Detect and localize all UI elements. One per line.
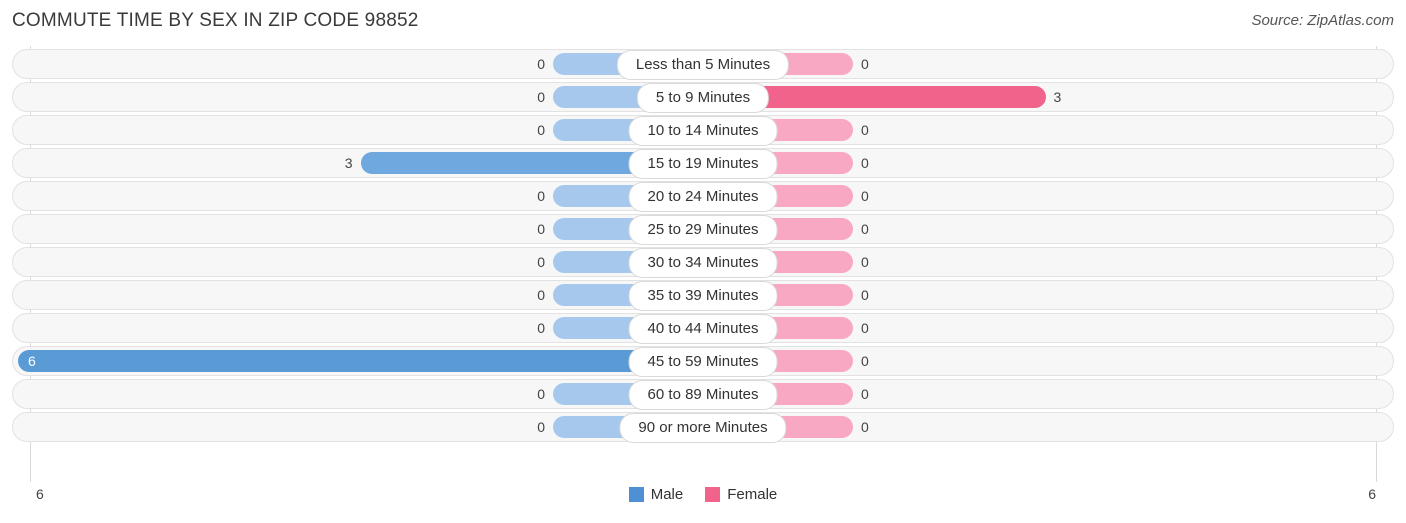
bar-row: 0 0 35 to 39 Minutes [0, 280, 1406, 311]
bar-value-male: 0 [537, 89, 545, 105]
bar-row: 6 0 45 to 59 Minutes [0, 346, 1406, 377]
category-label-pill: Less than 5 Minutes [616, 50, 790, 80]
bar-value-female: 0 [861, 254, 869, 270]
bar-value-male: 0 [537, 122, 545, 138]
legend-item-female[interactable]: Female [705, 486, 777, 503]
category-label-pill: 45 to 59 Minutes [628, 347, 778, 377]
bar-row: 0 0 10 to 14 Minutes [0, 115, 1406, 146]
bar-row: 0 0 Less than 5 Minutes [0, 49, 1406, 80]
bar-value-male: 0 [537, 254, 545, 270]
bar-value-female: 0 [861, 320, 869, 336]
bar-value-male: 0 [537, 221, 545, 237]
bar-value-male: 0 [537, 320, 545, 336]
bar-value-female: 0 [861, 419, 869, 435]
bar-value-female: 0 [861, 188, 869, 204]
chart-plot-area: 0 0 Less than 5 Minutes 0 3 5 to 9 Minutes 0 0 1… [0, 46, 1406, 482]
bar-value-male: 0 [537, 188, 545, 204]
bar-value-female: 3 [1053, 89, 1062, 105]
chart-footer: 6 6 Male Female [0, 482, 1406, 523]
legend-item-male[interactable]: Male [628, 486, 684, 503]
bar-row: 0 0 60 to 89 Minutes [0, 379, 1406, 410]
category-label-pill: 20 to 24 Minutes [628, 182, 778, 212]
bar-row: 3 0 15 to 19 Minutes [0, 148, 1406, 179]
bar-rows-container: 0 0 Less than 5 Minutes 0 3 5 to 9 Minutes 0 0 1… [0, 46, 1406, 445]
category-label-pill: 35 to 39 Minutes [628, 281, 778, 311]
bar-value-male: 0 [537, 56, 545, 72]
category-label-pill: 15 to 19 Minutes [628, 149, 778, 179]
bar-value-female: 0 [861, 221, 869, 237]
bar-value-female: 0 [861, 287, 869, 303]
bar-row: 0 3 5 to 9 Minutes [0, 82, 1406, 113]
category-label-pill: 10 to 14 Minutes [628, 116, 778, 146]
category-label-pill: 5 to 9 Minutes [636, 83, 770, 113]
bar-value-male: 3 [344, 155, 353, 171]
bar-value-female: 0 [861, 353, 869, 369]
bar-row: 0 0 25 to 29 Minutes [0, 214, 1406, 245]
legend-swatch-male-icon [628, 487, 644, 502]
page-title: COMMUTE TIME BY SEX IN ZIP CODE 98852 [12, 10, 419, 31]
category-label-pill: 40 to 44 Minutes [628, 314, 778, 344]
bar-value-female: 0 [861, 56, 869, 72]
bar-value-female: 0 [861, 122, 869, 138]
bar-row: 0 0 30 to 34 Minutes [0, 247, 1406, 278]
category-label-pill: 30 to 34 Minutes [628, 248, 778, 278]
bar-male[interactable] [18, 350, 703, 372]
bar-value-male: 0 [537, 419, 545, 435]
category-label-pill: 90 or more Minutes [619, 413, 787, 443]
bar-value-male: 6 [28, 353, 36, 369]
legend-label-female: Female [727, 486, 778, 503]
category-label-pill: 25 to 29 Minutes [628, 215, 778, 245]
category-label-pill: 60 to 89 Minutes [628, 380, 778, 410]
bar-row: 0 0 20 to 24 Minutes [0, 181, 1406, 212]
bar-value-male: 0 [537, 386, 545, 402]
chart-legend: Male Female [0, 486, 1406, 503]
source-attribution: Source: ZipAtlas.com [1251, 12, 1394, 29]
legend-swatch-female-icon [705, 487, 721, 502]
bar-row: 0 0 40 to 44 Minutes [0, 313, 1406, 344]
bar-value-female: 0 [861, 155, 869, 171]
bar-value-female: 0 [861, 386, 869, 402]
legend-label-male: Male [650, 486, 684, 503]
chart-header: COMMUTE TIME BY SEX IN ZIP CODE 98852 So… [0, 0, 1406, 46]
bar-value-male: 0 [537, 287, 545, 303]
bar-row: 0 0 90 or more Minutes [0, 412, 1406, 443]
